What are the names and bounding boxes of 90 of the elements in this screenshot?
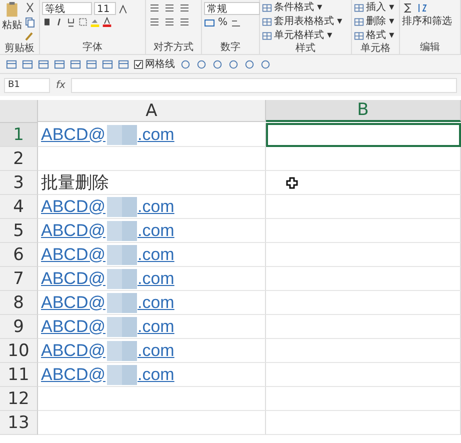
group-label: 剪贴板 — [4, 42, 36, 55]
table-cell[interactable] — [38, 387, 266, 411]
table-cell[interactable]: ABCD@ .com — [38, 291, 266, 315]
align-icon[interactable] — [163, 2, 176, 14]
table-cell[interactable] — [266, 147, 461, 171]
table-cell[interactable]: ABCD@ .com — [38, 267, 266, 291]
sum-icon[interactable] — [402, 2, 414, 14]
cursor-icon — [286, 177, 298, 189]
style-menu-button[interactable]: 条件格式 ▾ — [274, 2, 322, 14]
table-style-icon[interactable] — [262, 17, 272, 27]
insert-function-button[interactable]: fx — [56, 80, 66, 90]
style-menu-button[interactable]: 套用表格格式 ▾ — [274, 16, 342, 28]
table-cell[interactable] — [266, 267, 461, 291]
selected-cell[interactable] — [266, 123, 461, 147]
table-cell[interactable] — [266, 387, 461, 411]
table-cell[interactable] — [266, 243, 461, 267]
underline-icon[interactable] — [66, 17, 76, 27]
row-header[interactable]: 9 — [0, 315, 38, 339]
sort-icon[interactable] — [416, 2, 428, 14]
column-header[interactable]: B — [266, 100, 461, 122]
formula-input[interactable] — [71, 78, 457, 92]
cell-menu-button[interactable]: 格式 ▾ — [366, 30, 394, 42]
table-icon[interactable] — [6, 58, 17, 70]
style-menu-button[interactable]: 单元格样式 ▾ — [274, 30, 332, 42]
row-header[interactable]: 5 — [0, 219, 38, 243]
row-header[interactable]: 1 — [0, 123, 38, 147]
table-cell[interactable]: ABCD@ .com — [38, 219, 266, 243]
table-cell[interactable] — [266, 315, 461, 339]
clipboard-icon[interactable] — [4, 2, 20, 18]
table-cell[interactable]: ABCD@ .com — [38, 363, 266, 387]
row-header[interactable]: 12 — [0, 387, 38, 411]
row-header[interactable]: 2 — [0, 147, 38, 171]
table-cell[interactable] — [266, 291, 461, 315]
name-box[interactable]: B1 — [4, 78, 50, 92]
sort-filter-button[interactable]: 排序和筛选 — [402, 16, 452, 28]
table-cell[interactable] — [266, 171, 461, 195]
percent-button[interactable]: % — [218, 17, 228, 29]
table-style-icon[interactable] — [262, 31, 272, 41]
number-format-dropdown[interactable]: 常规 — [204, 2, 260, 15]
row-header[interactable]: 4 — [0, 195, 38, 219]
table-style-icon[interactable] — [262, 3, 272, 13]
row-header[interactable]: 3 — [0, 171, 38, 195]
cell-menu-button[interactable]: 删除 ▾ — [366, 16, 394, 28]
table-style-icon[interactable] — [354, 17, 364, 27]
align-icon[interactable] — [178, 16, 191, 28]
table-cell[interactable]: ABCD@ .com — [38, 315, 266, 339]
row-header[interactable]: 10 — [0, 339, 38, 363]
row-header[interactable]: 7 — [0, 267, 38, 291]
gridlines-checkbox[interactable] — [134, 60, 143, 68]
group-label: 单元格 — [360, 42, 392, 55]
cell-text: 批量删除 — [41, 172, 109, 194]
align-icon[interactable] — [178, 2, 191, 14]
table-cell[interactable]: ABCD@ .com — [38, 243, 266, 267]
table-cell[interactable]: ABCD@ .com — [38, 123, 266, 147]
table-cell[interactable] — [266, 411, 461, 435]
row-header[interactable]: 11 — [0, 363, 38, 387]
row-header[interactable]: 8 — [0, 291, 38, 315]
bold-icon[interactable] — [42, 17, 52, 27]
table-cell[interactable] — [38, 411, 266, 435]
scissors-icon[interactable] — [24, 2, 36, 14]
fill-color-icon[interactable] — [90, 17, 100, 27]
group-label: 字体 — [82, 41, 104, 54]
table-cell[interactable] — [38, 147, 266, 171]
align-icon[interactable] — [148, 16, 161, 28]
table-cell[interactable] — [266, 363, 461, 387]
copy-icon[interactable] — [24, 16, 36, 28]
checkbox-label[interactable]: 网格线 — [145, 57, 175, 71]
row-header[interactable]: 13 — [0, 411, 38, 435]
table-cell[interactable]: ABCD@ .com — [38, 339, 266, 363]
column-header[interactable]: A — [38, 100, 266, 122]
border-icon[interactable] — [78, 17, 88, 27]
group-label: 编辑 — [419, 41, 441, 54]
table-cell[interactable] — [266, 195, 461, 219]
table-style-icon[interactable] — [354, 3, 364, 13]
group-label: 样式 — [294, 42, 316, 55]
font-size-dropdown[interactable]: 11 — [94, 2, 116, 15]
table-style-icon[interactable] — [354, 31, 364, 41]
group-label: 数字 — [220, 41, 242, 54]
table-cell[interactable] — [266, 219, 461, 243]
font-color-icon[interactable] — [102, 17, 112, 27]
font-name-dropdown[interactable]: 等线 — [42, 2, 92, 15]
row-header[interactable]: 6 — [0, 243, 38, 267]
cell-menu-button[interactable]: 插入 ▾ — [366, 2, 394, 14]
group-label: 对齐方式 — [152, 41, 194, 54]
table-cell[interactable]: 批量删除 — [38, 171, 266, 195]
align-icon[interactable] — [163, 16, 176, 28]
table-cell[interactable] — [266, 339, 461, 363]
paste-button[interactable]: 粘贴 — [2, 2, 22, 32]
align-icon[interactable] — [148, 2, 161, 14]
table-cell[interactable]: ABCD@ .com — [38, 195, 266, 219]
